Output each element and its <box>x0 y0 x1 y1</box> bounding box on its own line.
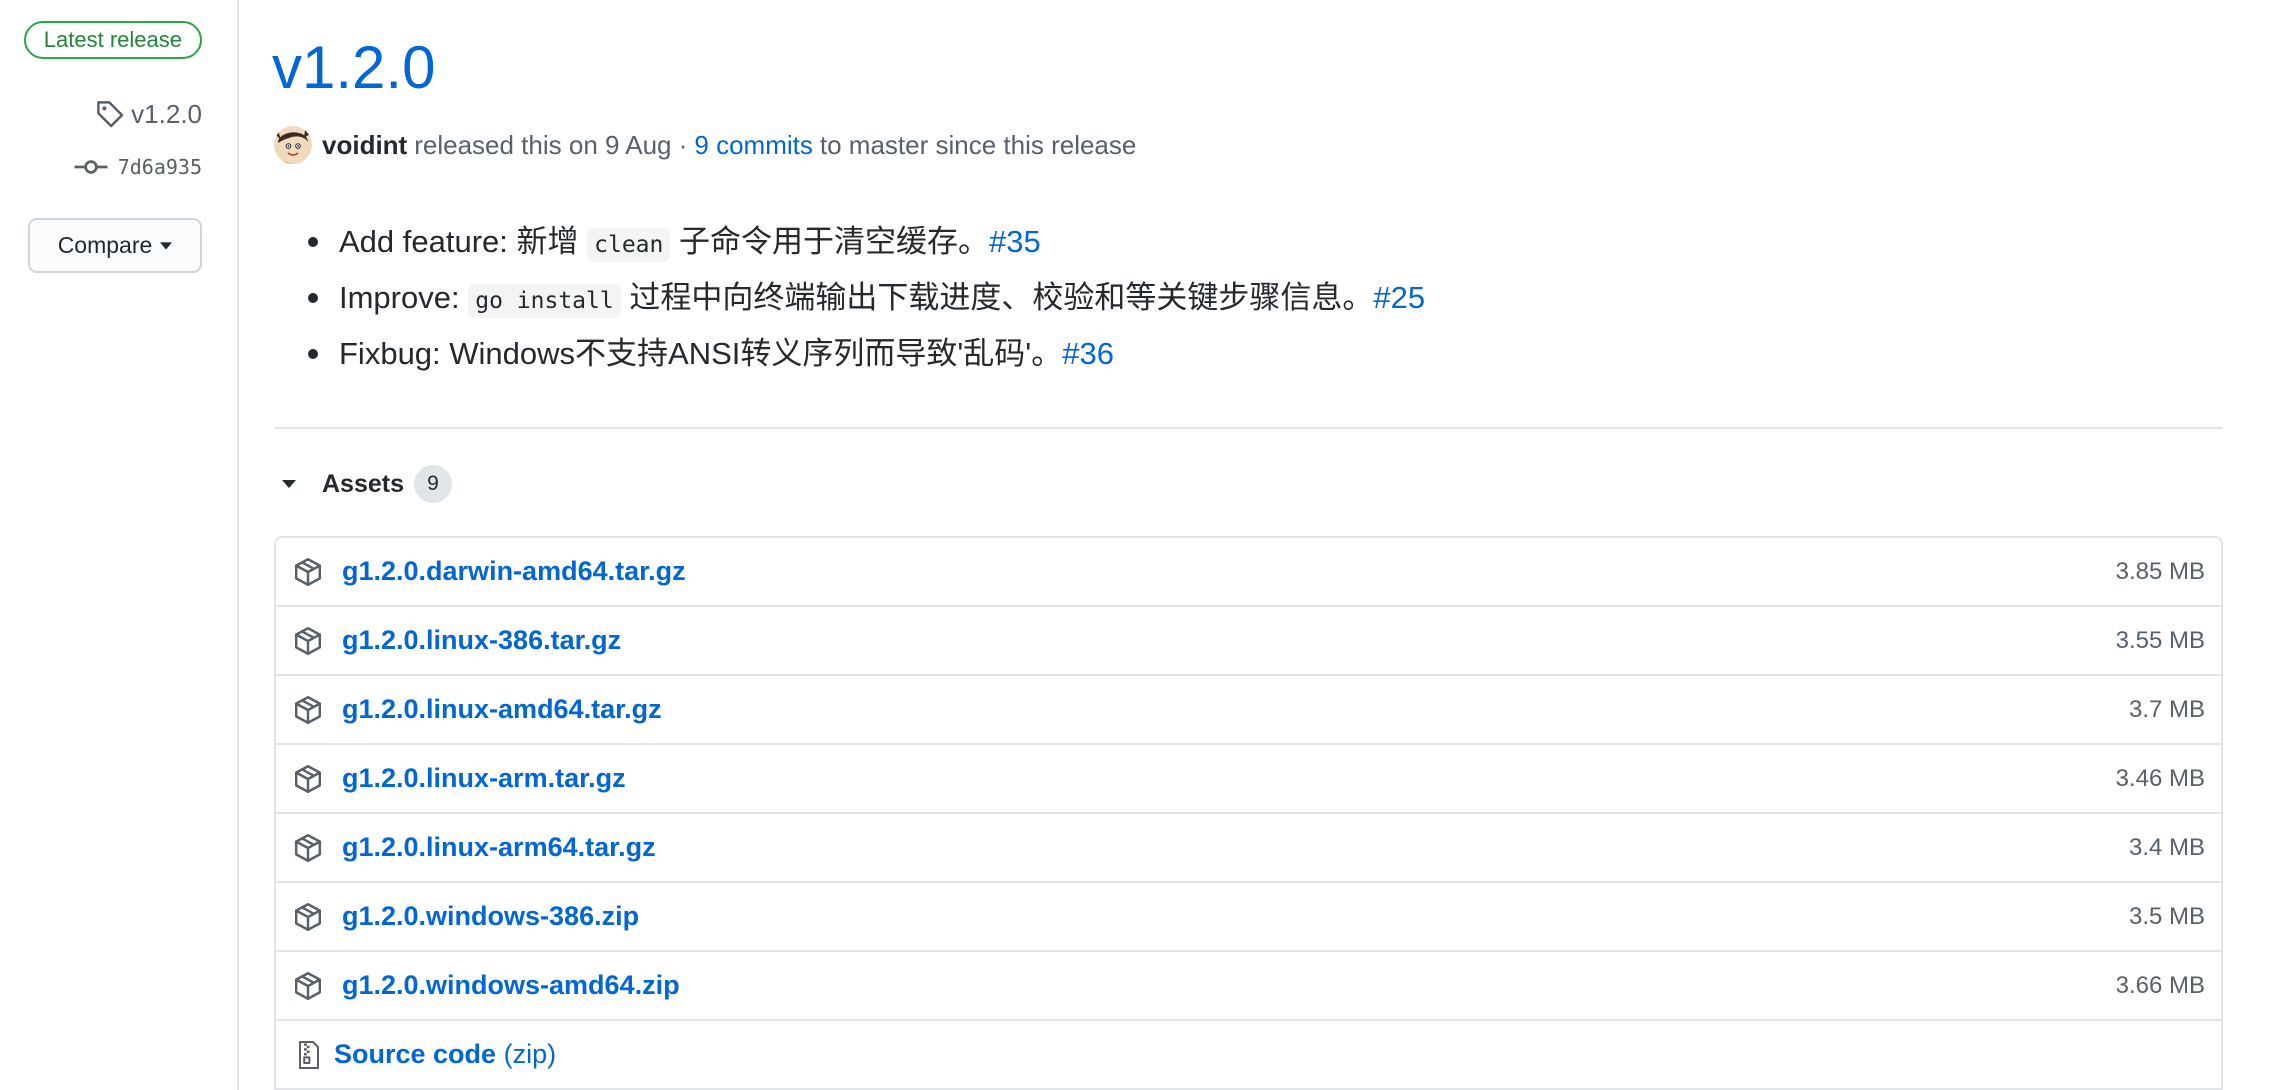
package-icon <box>293 833 323 863</box>
divider <box>274 427 2223 429</box>
issue-link[interactable]: #25 <box>1373 280 1425 315</box>
asset-size: 3.4 MB <box>2128 833 2205 861</box>
release-byline: voidint released this on 9 Aug · 9 commi… <box>274 126 1136 164</box>
asset-size: 3.55 MB <box>2115 626 2205 654</box>
note-text: 子命令用于清空缓存。 <box>679 224 990 259</box>
compare-label: Compare <box>57 232 153 258</box>
asset-row: Source code (zip) <box>276 1021 2221 1090</box>
release-note-item: Fixbug: Windows不支持ANSI转义序列而导致'乱码'。#36 <box>274 330 2214 378</box>
package-icon <box>293 626 323 656</box>
released-text: released this on 9 Aug · <box>414 129 688 160</box>
asset-size: 3.5 MB <box>2128 902 2205 930</box>
assets-label: Assets <box>322 469 404 498</box>
asset-size: 3.7 MB <box>2128 695 2205 723</box>
asset-size: 3.66 MB <box>2115 971 2205 999</box>
avatar[interactable] <box>274 126 312 164</box>
note-code: go install <box>468 284 621 318</box>
note-text: Fixbug: Windows不支持ANSI转义序列而导致'乱码'。 <box>339 336 1063 371</box>
asset-row: g1.2.0.darwin-amd64.tar.gz 3.85 MB <box>276 538 2221 607</box>
asset-size: 3.85 MB <box>2115 557 2205 585</box>
since-release-text: to master since this release <box>819 129 1137 160</box>
release-note-item: Add feature: 新增 clean 子命令用于清空缓存。#35 <box>274 218 2214 266</box>
author-link[interactable]: voidint <box>322 130 407 161</box>
release-commit: 7d6a935 <box>74 152 202 182</box>
compare-button[interactable]: Compare <box>28 218 202 273</box>
asset-download-link[interactable]: g1.2.0.linux-amd64.tar.gz <box>342 694 662 725</box>
asset-download-link[interactable]: g1.2.0.linux-arm.tar.gz <box>342 763 626 794</box>
release-notes: Add feature: 新增 clean 子命令用于清空缓存。#35 Impr… <box>274 218 2214 386</box>
source-code-label: Source code <box>334 1039 497 1069</box>
tag-link[interactable]: v1.2.0 <box>131 99 202 130</box>
asset-row: g1.2.0.windows-amd64.zip 3.66 MB <box>276 952 2221 1021</box>
note-code: clean <box>587 228 671 262</box>
note-text: Improve: <box>339 280 460 315</box>
release-title[interactable]: v1.2.0 <box>272 28 435 108</box>
commits-link[interactable]: 9 commits <box>694 130 812 161</box>
release-sidebar: Latest release v1.2.0 7d6a935 Compare <box>0 0 239 1090</box>
asset-row: g1.2.0.linux-386.tar.gz 3.55 MB <box>276 607 2221 676</box>
asset-row: g1.2.0.linux-amd64.tar.gz 3.7 MB <box>276 676 2221 745</box>
assets-toggle[interactable]: Assets 9 <box>274 465 452 503</box>
package-icon <box>293 902 323 932</box>
package-icon <box>293 695 323 725</box>
source-code-format: (zip) <box>503 1039 557 1069</box>
issue-link[interactable]: #35 <box>989 224 1041 259</box>
issue-link[interactable]: #36 <box>1062 336 1114 371</box>
file-zip-icon <box>297 1039 321 1071</box>
note-text: 过程中向终端输出下载进度、校验和等关键步骤信息。 <box>629 280 1374 315</box>
triangle-down-icon <box>274 479 296 489</box>
asset-size: 3.46 MB <box>2115 764 2205 792</box>
release-note-item: Improve: go install 过程中向终端输出下载进度、校验和等关键步… <box>274 274 2214 322</box>
assets-list: g1.2.0.darwin-amd64.tar.gz 3.85 MB g1.2.… <box>274 536 2223 1090</box>
asset-row: g1.2.0.linux-arm.tar.gz 3.46 MB <box>276 745 2221 814</box>
package-icon <box>293 971 323 1001</box>
asset-row: g1.2.0.linux-arm64.tar.gz 3.4 MB <box>276 814 2221 883</box>
release-tag: v1.2.0 <box>95 96 202 132</box>
source-code-zip-link[interactable]: Source code (zip) <box>334 1039 556 1070</box>
asset-download-link[interactable]: g1.2.0.windows-amd64.zip <box>342 970 680 1001</box>
latest-release-badge: Latest release <box>23 21 202 59</box>
note-text: Add feature: 新增 <box>339 224 579 259</box>
commit-link[interactable]: 7d6a935 <box>118 155 202 179</box>
asset-download-link[interactable]: g1.2.0.linux-arm64.tar.gz <box>342 832 656 863</box>
assets-count-badge: 9 <box>414 465 452 503</box>
asset-download-link[interactable]: g1.2.0.linux-386.tar.gz <box>342 625 621 656</box>
git-commit-icon <box>74 155 108 179</box>
triangle-down-icon <box>160 241 173 250</box>
package-icon <box>293 764 323 794</box>
asset-download-link[interactable]: g1.2.0.darwin-amd64.tar.gz <box>342 556 686 587</box>
asset-row: g1.2.0.windows-386.zip 3.5 MB <box>276 883 2221 952</box>
asset-download-link[interactable]: g1.2.0.windows-386.zip <box>342 901 639 932</box>
tag-icon <box>95 99 125 129</box>
package-icon <box>293 557 323 587</box>
